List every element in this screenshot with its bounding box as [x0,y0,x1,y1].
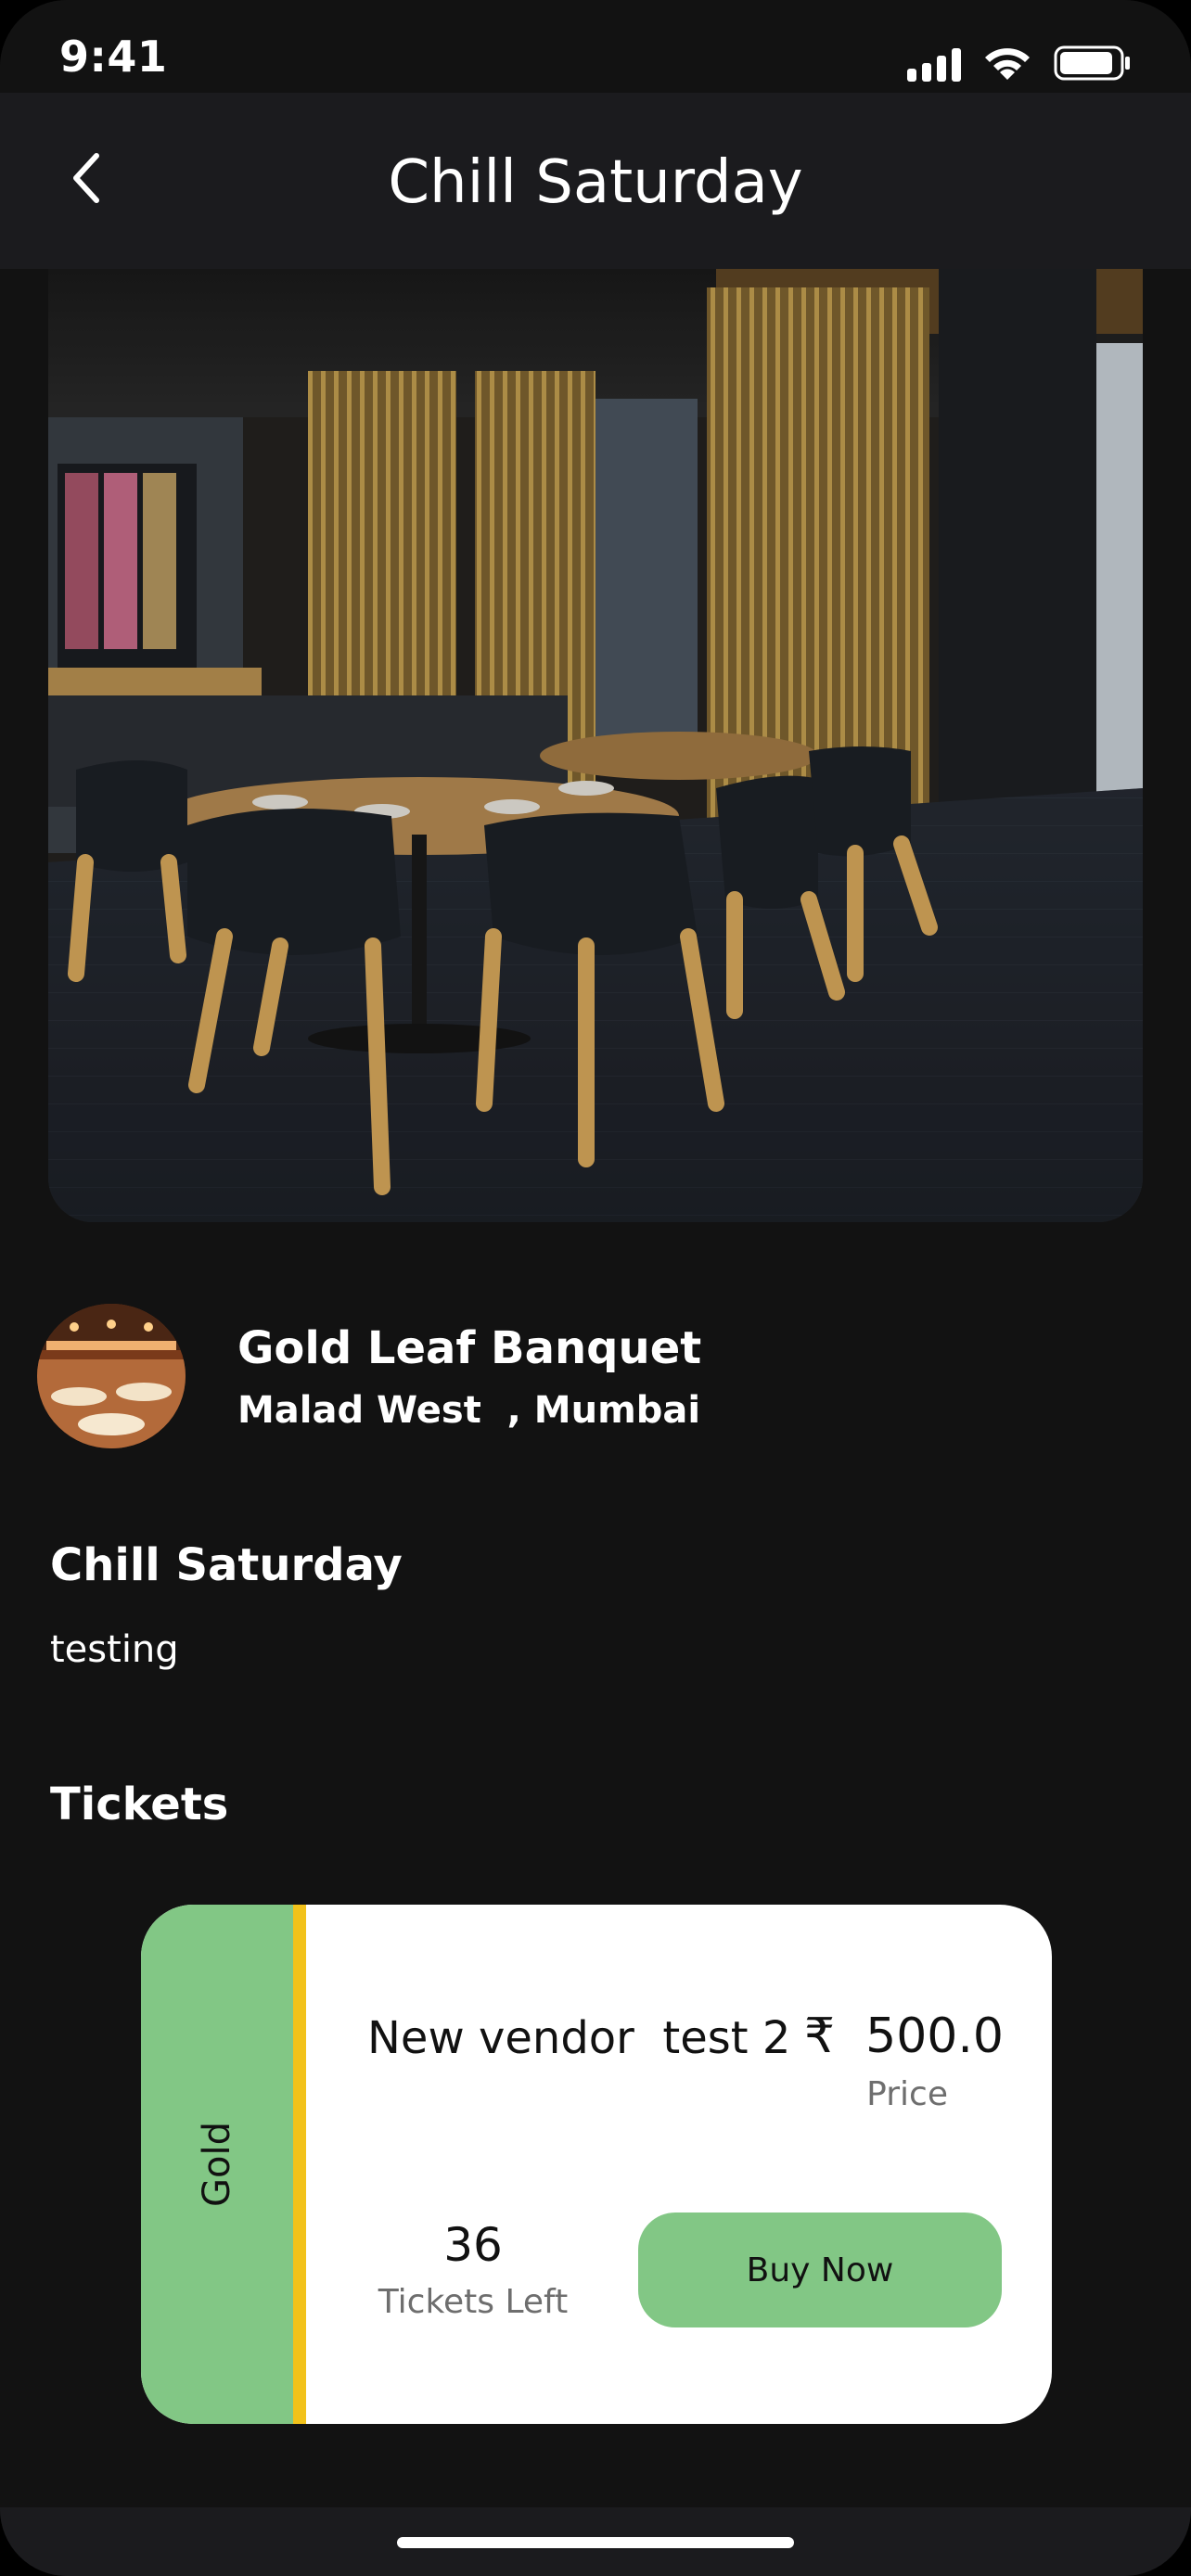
ticket-tier-label: Gold [196,2122,238,2207]
event-image [48,269,1143,1222]
home-indicator[interactable] [397,2537,794,2548]
tickets-left-count: 36 [443,2218,503,2272]
venue-photo [37,1304,186,1448]
ticket-divider [293,1905,306,2424]
screen: 9:41 Chill Saturday Gold Leaf Banquet Ma… [0,0,1191,2576]
page-title: Chill Saturday [388,148,803,217]
ticket-price: ₹ 500.0 [803,2009,1004,2064]
tickets-left-label: Tickets Left [378,2283,569,2321]
status-time: 9:41 [59,32,168,82]
event-title: Chill Saturday [50,1539,403,1591]
venue-avatar[interactable] [37,1304,186,1448]
venue-location: Malad West , Mumbai [237,1389,701,1432]
ticket-name: New vendor test 2 [367,2012,791,2064]
ticket-tier-band: Gold [141,1905,293,2424]
status-bar: 9:41 [0,0,1191,93]
buy-now-button[interactable]: Buy Now [638,2213,1002,2327]
ticket-price-label: Price [866,2075,948,2113]
cellular-signal-icon [907,45,961,82]
event-description: testing [50,1628,179,1671]
status-icons [907,45,1132,82]
ticket-card: Gold New vendor test 2 ₹ 500.0 Price 36 … [141,1905,1052,2424]
restaurant-photo [48,269,1143,1222]
tickets-heading: Tickets [50,1779,229,1830]
nav-bar: Chill Saturday [0,93,1191,269]
battery-icon [1054,45,1130,81]
wifi-icon [985,48,1030,80]
venue-name[interactable]: Gold Leaf Banquet [237,1322,701,1374]
